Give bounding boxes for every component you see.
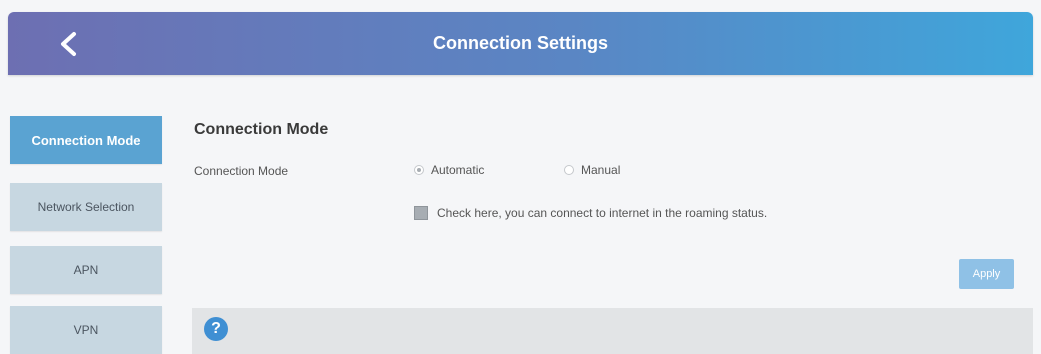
- sidebar-item-apn[interactable]: APN: [10, 246, 162, 294]
- radio-manual[interactable]: Manual: [564, 163, 620, 177]
- apply-button[interactable]: Apply: [959, 259, 1014, 289]
- help-icon[interactable]: ?: [204, 317, 228, 341]
- roaming-checkbox[interactable]: [414, 206, 428, 220]
- radio-automatic-dot[interactable]: [414, 165, 424, 175]
- radio-automatic[interactable]: Automatic: [414, 163, 484, 177]
- radio-automatic-label: Automatic: [431, 163, 485, 177]
- help-bar: ?: [192, 308, 1033, 354]
- settings-panel: Connection Mode Connection Mode Automati…: [182, 117, 1032, 302]
- roaming-checkbox-label: Check here, you can connect to internet …: [437, 206, 768, 220]
- header-bar: Connection Settings: [8, 12, 1033, 75]
- radio-manual-dot[interactable]: [564, 165, 574, 175]
- sidebar-item-vpn[interactable]: VPN: [10, 306, 162, 354]
- page-title: Connection Settings: [433, 33, 608, 53]
- sidebar-item-network-selection[interactable]: Network Selection: [10, 183, 162, 231]
- sidebar-item-connection-mode[interactable]: Connection Mode: [10, 116, 162, 164]
- radio-manual-label: Manual: [581, 163, 621, 177]
- roaming-checkbox-row: Check here, you can connect to internet …: [414, 206, 767, 220]
- section-title: Connection Mode: [194, 121, 329, 138]
- connection-mode-label: Connection Mode: [194, 164, 289, 178]
